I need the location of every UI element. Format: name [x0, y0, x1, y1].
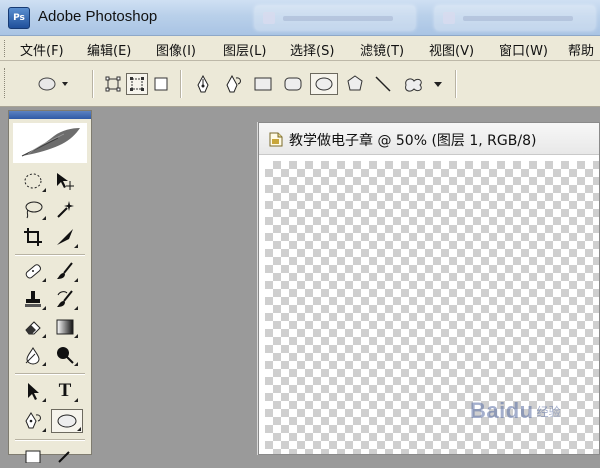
custom-shape-button[interactable]	[400, 73, 448, 95]
lasso-icon	[25, 201, 43, 219]
paths-icon	[130, 77, 144, 91]
move-icon	[57, 173, 74, 190]
move-tool[interactable]	[51, 169, 79, 193]
blur-drop-icon	[25, 347, 40, 365]
options-grip	[4, 68, 8, 98]
notes-icon	[25, 450, 41, 463]
menu-layer[interactable]: 图层(L)	[223, 40, 266, 59]
brush-tool[interactable]	[51, 259, 79, 283]
psd-document-icon	[269, 132, 283, 147]
menu-grip	[4, 40, 8, 57]
document-title: 教学做电子章 @ 50% (图层 1, RGB/8)	[289, 133, 537, 149]
menu-edit[interactable]: 编辑(E)	[87, 40, 131, 59]
custom-shape-icon	[405, 78, 442, 92]
document-titlebar[interactable]: 教学做电子章 @ 50% (图层 1, RGB/8)	[259, 123, 599, 155]
gradient-icon	[56, 319, 74, 335]
ellipse-preset-icon	[38, 77, 68, 91]
healing-brush-tool[interactable]	[19, 259, 47, 283]
freeform-pen-icon	[226, 75, 241, 93]
pen-tool-button[interactable]	[192, 73, 214, 95]
polygon-tool-button[interactable]	[344, 73, 366, 95]
rounded-rectangle-icon	[284, 77, 302, 91]
menu-window[interactable]: 窗口(W)	[499, 40, 548, 59]
path-selection-arrow-icon	[28, 383, 39, 400]
gradient-tool[interactable]	[51, 315, 79, 339]
rectangle-icon	[254, 77, 272, 91]
crop-tool[interactable]	[19, 225, 47, 249]
options-bar	[0, 61, 600, 107]
menu-file[interactable]: 文件(F)	[20, 40, 64, 59]
brush-icon	[57, 262, 73, 279]
background-window-tab[interactable]	[435, 6, 595, 30]
rectangle-tool-button[interactable]	[252, 73, 274, 95]
menu-select[interactable]: 选择(S)	[290, 40, 334, 59]
watermark-subtext: 经验	[536, 404, 561, 419]
app-title: Adobe Photoshop	[38, 8, 158, 25]
crop-icon	[24, 228, 42, 246]
line-tool-button[interactable]	[372, 73, 394, 95]
freeform-pen-button[interactable]	[222, 73, 244, 95]
notes-tool[interactable]	[19, 444, 47, 468]
stamp-icon	[25, 291, 41, 307]
paths-button[interactable]	[126, 73, 148, 95]
eraser-icon	[25, 321, 41, 335]
ellipse-tool-button[interactable]	[310, 73, 338, 95]
history-brush-tool[interactable]	[51, 287, 79, 311]
eyedropper-icon	[58, 451, 70, 463]
menu-filter[interactable]: 滤镜(T)	[360, 40, 404, 59]
magic-wand-icon	[57, 201, 74, 218]
history-brush-icon	[57, 290, 73, 307]
pen-icon	[25, 412, 41, 429]
menu-bar: 文件(F) 编辑(E) 图像(I) 图层(L) 选择(S) 滤镜(T) 视图(V…	[0, 36, 600, 61]
slice-tool[interactable]	[51, 225, 79, 249]
shape-layers-button[interactable]	[102, 73, 124, 95]
ellipse-shape-icon	[57, 414, 77, 428]
pen-tool[interactable]	[19, 409, 47, 433]
pen-icon	[197, 75, 209, 93]
toolbox-header[interactable]	[9, 111, 91, 119]
eraser-tool[interactable]	[19, 315, 47, 339]
type-tool-glyph: T	[58, 380, 72, 401]
marquee-tool[interactable]	[19, 169, 47, 193]
dodge-tool[interactable]	[51, 343, 79, 367]
dodge-icon	[57, 347, 74, 364]
polygon-icon	[347, 75, 363, 91]
type-tool[interactable]: T	[51, 379, 79, 403]
blur-tool[interactable]	[19, 343, 47, 367]
slice-knife-icon	[57, 229, 73, 245]
ellipse-marquee-icon	[24, 173, 42, 189]
toolbox-panel: T	[8, 110, 92, 463]
photoshop-logo-icon: Ps	[8, 7, 30, 29]
ellipse-shape-tool[interactable]	[51, 409, 83, 433]
menu-view[interactable]: 视图(V)	[429, 40, 474, 59]
menu-image[interactable]: 图像(I)	[156, 40, 196, 59]
path-selection-tool[interactable]	[19, 379, 47, 403]
watermark-text: Baidu	[470, 398, 534, 423]
menu-help[interactable]: 帮助	[568, 40, 594, 59]
tool-preset-picker[interactable]	[36, 73, 70, 95]
lasso-tool[interactable]	[19, 197, 47, 221]
eyedropper-tool[interactable]	[51, 444, 79, 468]
shape-layers-icon	[105, 76, 121, 92]
background-window-tab[interactable]	[255, 6, 415, 30]
magic-wand-tool[interactable]	[51, 197, 79, 221]
rounded-rectangle-button[interactable]	[282, 73, 304, 95]
window-titlebar: Ps Adobe Photoshop	[0, 0, 600, 36]
clone-stamp-tool[interactable]	[19, 287, 47, 311]
bandage-icon	[25, 264, 41, 279]
baidu-watermark: Baidu 经验	[470, 398, 561, 424]
line-icon	[375, 76, 391, 92]
feather-icon	[21, 128, 80, 157]
ellipse-icon	[315, 77, 333, 91]
fill-pixels-button[interactable]	[150, 73, 172, 95]
fill-pixels-icon	[154, 77, 168, 91]
photoshop-feather-icon[interactable]	[13, 123, 87, 163]
